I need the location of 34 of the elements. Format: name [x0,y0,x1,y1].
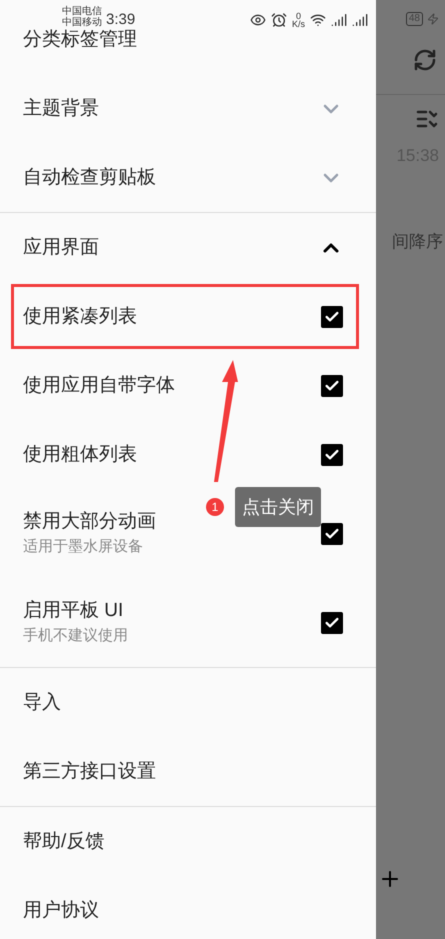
setting-label[interactable]: 启用平板 UI [23,599,128,623]
charging-icon [427,13,439,25]
checkbox[interactable] [321,522,343,544]
setting-description: 适用于墨水屏设备 [23,538,144,557]
setting-label[interactable]: 导入 [23,690,61,714]
annotation-tooltip: 点击关闭 [235,487,321,527]
setting-label[interactable]: 自动检查剪贴板 [23,166,156,190]
setting-label[interactable]: 帮助/反馈 [23,830,104,854]
wifi-icon [310,12,326,28]
setting-label[interactable]: 禁用大部分动画 [23,510,156,534]
checkbox[interactable] [321,374,343,396]
speed-value: 0 [296,12,301,20]
sync-icon[interactable] [413,48,437,72]
checkbox[interactable] [321,612,343,634]
signal-icon [352,12,368,28]
setting-label[interactable]: 第三方接口设置 [23,760,156,784]
setting-label[interactable]: 使用应用自带字体 [23,374,175,398]
sort-label: 间降序 [392,230,443,252]
setting-label[interactable]: 使用粗体列表 [23,442,137,466]
speed-unit: K/s [292,20,305,28]
signal-icon [331,12,347,28]
clock-text: 3:39 [106,10,136,30]
setting-label[interactable]: 使用紧凑列表 [23,304,137,328]
carrier-text: 中国电信 [62,6,102,17]
setting-label[interactable]: 主题背景 [23,96,99,120]
checkbox[interactable] [321,306,343,328]
setting-label[interactable]: 分类标签管理 [23,28,137,52]
setting-description: 手机不建议使用 [23,627,128,646]
setting-label[interactable]: 应用界面 [23,236,99,260]
setting-label[interactable]: 用户协议 [23,898,99,922]
checkbox[interactable] [321,444,343,466]
alarm-icon [270,12,287,28]
eye-icon [250,12,266,28]
carrier-text: 中国移动 [62,17,102,28]
